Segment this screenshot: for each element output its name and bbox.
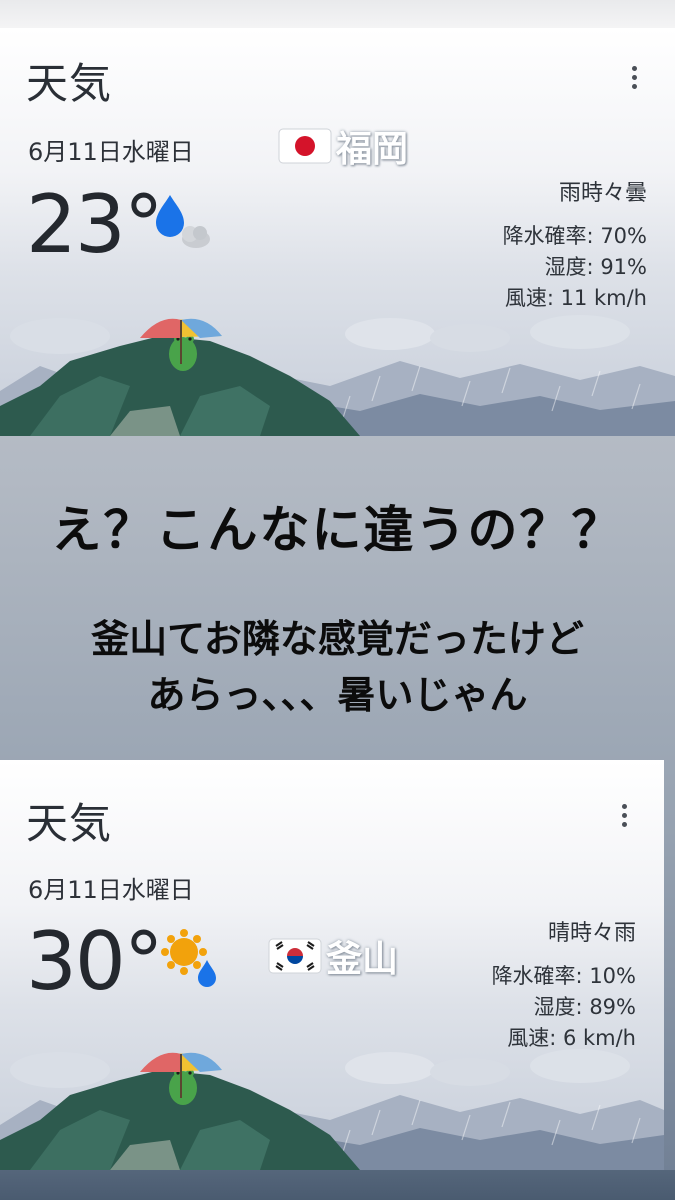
caption-headline: え？こんなに違うの？？ (51, 501, 624, 559)
precipitation-text: 降水確率: 70% (502, 224, 647, 248)
date-label: 6月11日水曜日 (28, 138, 194, 166)
conditions-panel: 晴時々雨 降水確率: 10% 湿度: 89% 風速: 6 km/h (492, 918, 636, 1054)
weather-card-fukuoka[interactable]: 天気 6月11日水曜日 福岡 23° 雨時々曇 降水確率: 70% 湿度: 91… (0, 28, 675, 436)
status-strip (0, 0, 675, 28)
city-name: 釜山 (326, 939, 399, 980)
humidity-text: 湿度: 91% (544, 255, 647, 279)
rainy-landscape-illustration (0, 315, 675, 436)
condition-text: 雨時々曇 (558, 181, 647, 206)
bottom-band (0, 1170, 675, 1200)
more-vert-icon[interactable] (622, 62, 646, 92)
temperature: 30° (26, 915, 164, 1008)
date-label: 6月11日水曜日 (28, 876, 194, 904)
japan-flag-icon (278, 128, 332, 164)
condition-text: 晴時々雨 (547, 921, 636, 946)
city-label: 釜山 (268, 930, 398, 982)
caption-line-2: あらっ、、、暑いじゃん (147, 673, 528, 717)
weather-card-busan[interactable]: 天気 6月11日水曜日 30° 釜山 晴時々雨 降水確率: 10% 湿度: 89… (0, 760, 664, 1170)
city-label: 福岡 (278, 120, 408, 172)
caption-line-1: 釜山てお隣な感覚だったけど (91, 617, 584, 661)
card-title: 天気 (26, 59, 113, 108)
card-title: 天気 (26, 799, 113, 848)
south-korea-flag-icon (268, 938, 322, 974)
sun-rain-icon (161, 929, 216, 987)
precipitation-text: 降水確率: 10% (491, 964, 636, 988)
temperature: 23° (26, 178, 164, 271)
humidity-text: 湿度: 89% (533, 995, 636, 1019)
city-name: 福岡 (336, 129, 409, 170)
rain-cloud-icon (156, 195, 210, 248)
rainy-landscape-illustration (0, 1049, 664, 1170)
conditions-panel: 雨時々曇 降水確率: 70% 湿度: 91% 風速: 11 km/h (503, 178, 647, 314)
more-vert-icon[interactable] (612, 800, 636, 830)
